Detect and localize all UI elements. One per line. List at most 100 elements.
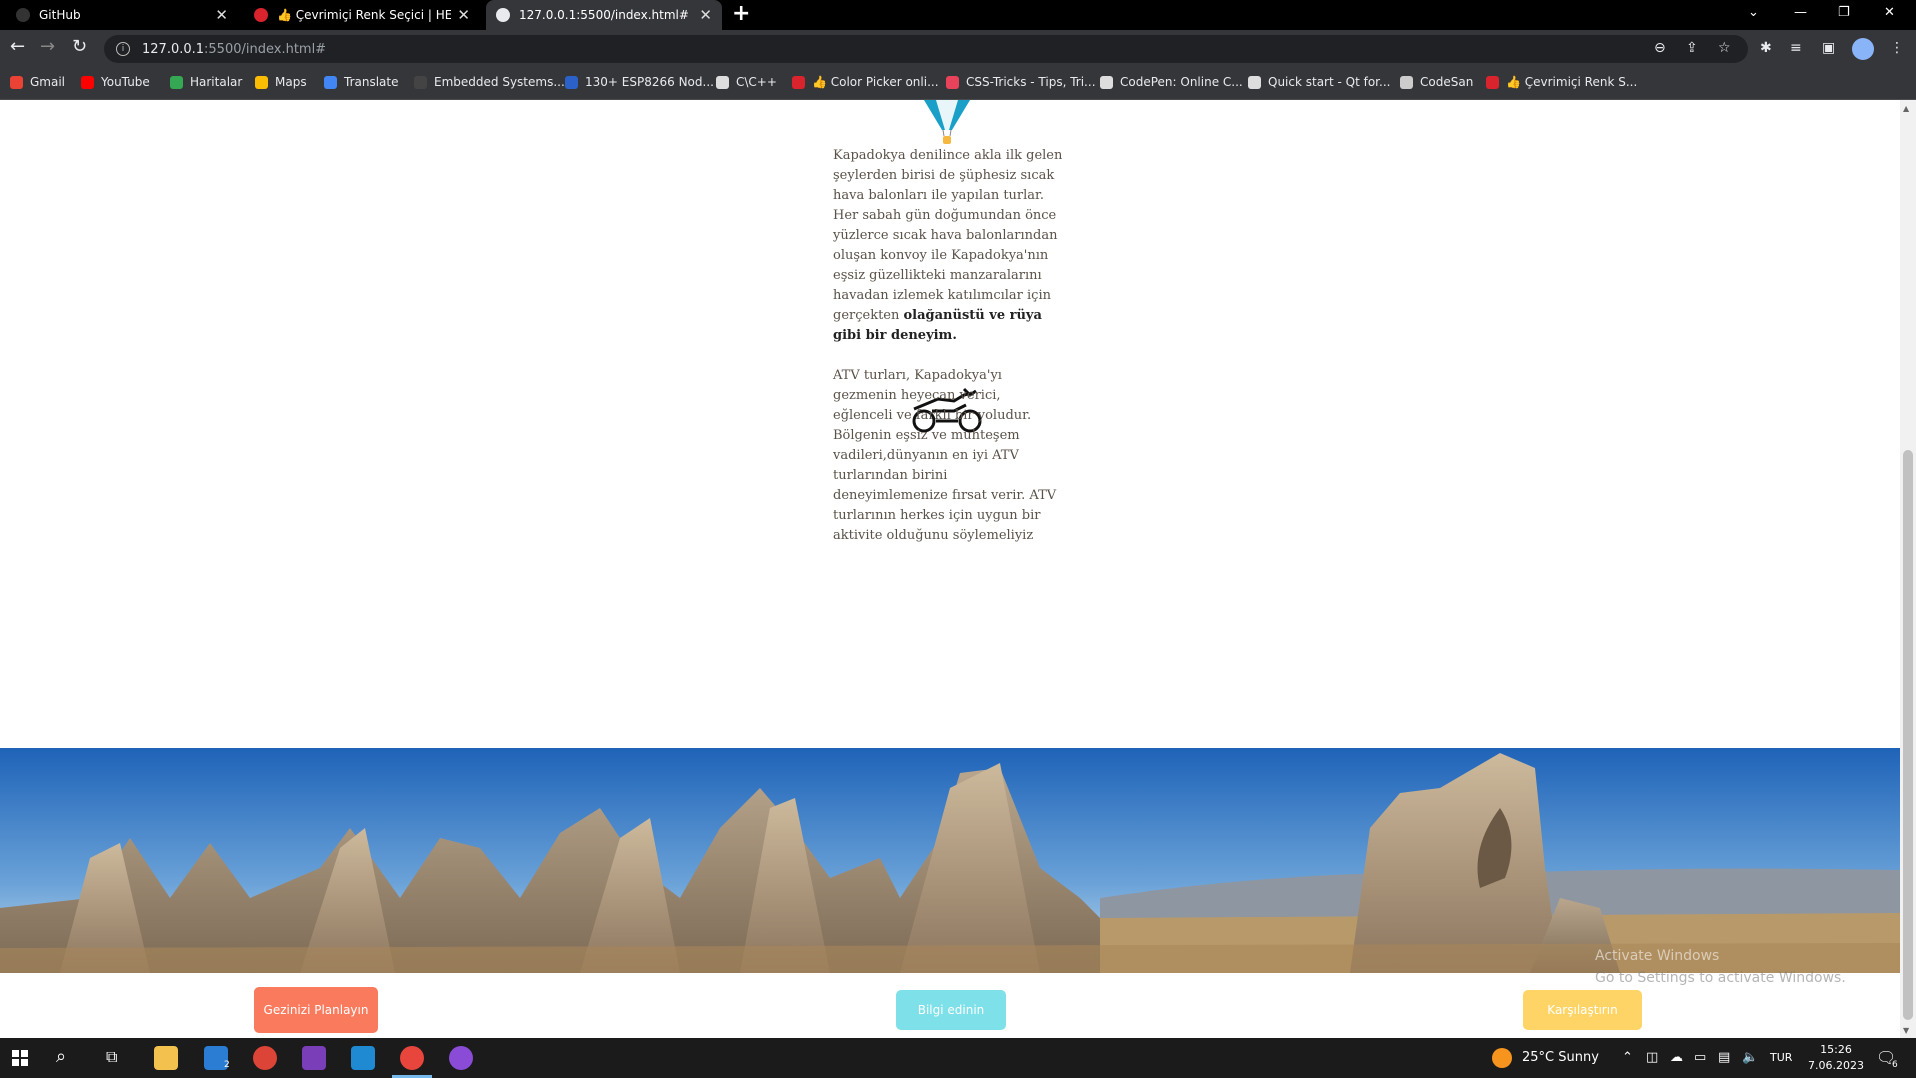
weather-text[interactable]: 25°C Sunny bbox=[1522, 1050, 1599, 1065]
globe-icon bbox=[1248, 75, 1261, 89]
volume-icon[interactable]: 🔈 bbox=[1742, 1050, 1758, 1065]
maps-pin-icon bbox=[170, 75, 183, 89]
tab-strip: GitHub ✕ 👍 Çevrimiçi Renk Seçici | HEX R… bbox=[0, 0, 1916, 30]
bookmark-maps[interactable]: Maps bbox=[255, 75, 307, 89]
bookmark-label: Translate bbox=[344, 75, 399, 89]
compare-button[interactable]: Karşılaştırın bbox=[1523, 990, 1642, 1030]
scroll-down-arrow[interactable]: ▼ bbox=[1903, 1026, 1909, 1035]
bookmark-label: Haritalar bbox=[190, 75, 243, 89]
colorpicker-icon bbox=[1486, 75, 1499, 89]
browser-toolbar: ← → ↻ i 127.0.0.1:5500/index.html# ⊖ ⇪ ☆… bbox=[0, 30, 1916, 68]
bookmark-star-icon[interactable]: ☆ bbox=[1718, 40, 1731, 56]
activate-windows-title: Activate Windows bbox=[1595, 948, 1720, 964]
bookmark-embedded[interactable]: Embedded Systems... bbox=[414, 75, 565, 89]
tab-github[interactable]: GitHub ✕ bbox=[6, 0, 238, 30]
vscode-icon[interactable] bbox=[351, 1046, 375, 1070]
bookmark-label: Quick start - Qt for... bbox=[1268, 75, 1391, 89]
bookmark-css-tricks[interactable]: CSS-Tricks - Tips, Tri... bbox=[946, 75, 1096, 89]
weather-sun-icon[interactable] bbox=[1492, 1048, 1512, 1068]
bookmark-cpp[interactable]: C\C++ bbox=[716, 75, 777, 89]
youtube-icon bbox=[81, 75, 94, 89]
plan-trip-button[interactable]: Gezinizi Planlayın bbox=[254, 987, 378, 1033]
bookmark-label: YouTube bbox=[101, 75, 150, 89]
close-icon[interactable]: ✕ bbox=[215, 6, 228, 24]
task-view-icon[interactable]: ⧉ bbox=[106, 1047, 117, 1067]
notification-count: 6 bbox=[1892, 1060, 1898, 1070]
tray-chevron-icon[interactable]: ⌃ bbox=[1622, 1050, 1633, 1065]
battery-icon[interactable]: ▭ bbox=[1694, 1050, 1706, 1065]
windows-start-icon[interactable] bbox=[12, 1050, 28, 1066]
scroll-up-arrow[interactable]: ▲ bbox=[1903, 104, 1909, 113]
bookmark-label: Gmail bbox=[30, 75, 66, 89]
cloud-icon[interactable]: ☁ bbox=[1670, 1050, 1683, 1065]
bookmark-label: 👍 Color Picker onli... bbox=[812, 75, 939, 89]
close-window-button[interactable]: ✕ bbox=[1884, 5, 1895, 20]
bookmark-label: CodePen: Online C... bbox=[1120, 75, 1243, 89]
site-info-icon[interactable]: i bbox=[116, 42, 130, 56]
bookmark-youtube[interactable]: YouTube bbox=[81, 75, 150, 89]
codepen-icon bbox=[1100, 75, 1113, 89]
github-icon bbox=[16, 8, 30, 22]
page-viewport: Kapadokya denilince akla ilk gelen şeyle… bbox=[0, 100, 1900, 1038]
new-tab-button[interactable]: + bbox=[732, 1, 750, 26]
close-icon[interactable]: ✕ bbox=[699, 6, 712, 24]
media-icon[interactable]: ≡ bbox=[1790, 40, 1802, 56]
bookmark-color-picker[interactable]: 👍 Color Picker onli... bbox=[792, 75, 939, 89]
side-panel-icon[interactable]: ▣ bbox=[1822, 40, 1835, 56]
page-icon bbox=[1400, 75, 1413, 89]
forward-icon[interactable]: → bbox=[40, 36, 55, 57]
gmail-icon bbox=[10, 75, 23, 89]
atv-text: ATV turları, Kapadokya'yı gezmenin heyec… bbox=[833, 368, 1057, 543]
embedded-icon bbox=[414, 75, 427, 89]
visual-studio-icon[interactable] bbox=[302, 1046, 326, 1070]
tab-localhost[interactable]: 127.0.0.1:5500/index.html# ✕ bbox=[486, 0, 722, 30]
globe-icon bbox=[716, 75, 729, 89]
bookmark-codesan[interactable]: CodeSan bbox=[1400, 75, 1473, 89]
language-indicator[interactable]: TUR bbox=[1770, 1051, 1792, 1064]
close-icon[interactable]: ✕ bbox=[457, 6, 470, 24]
learn-more-button[interactable]: Bilgi edinin bbox=[896, 990, 1006, 1030]
share-icon[interactable]: ⇪ bbox=[1686, 40, 1698, 56]
bookmark-qt[interactable]: Quick start - Qt for... bbox=[1248, 75, 1390, 89]
bookmark-esp8266[interactable]: 130+ ESP8266 Nod... bbox=[565, 75, 714, 89]
chrome-icon[interactable] bbox=[253, 1046, 277, 1070]
menu-icon[interactable]: ⋮ bbox=[1890, 40, 1904, 56]
translate-icon bbox=[324, 75, 337, 89]
restore-button[interactable]: ❐ bbox=[1838, 5, 1850, 20]
scrollbar-thumb[interactable] bbox=[1903, 450, 1913, 1020]
minimize-button[interactable]: — bbox=[1794, 5, 1807, 20]
address-bar[interactable]: i 127.0.0.1:5500/index.html# bbox=[104, 35, 1748, 63]
back-icon[interactable]: ← bbox=[10, 36, 25, 57]
bookmark-renk-secici[interactable]: 👍 Çevrimiçi Renk S... bbox=[1486, 75, 1637, 89]
bookmark-gmail[interactable]: Gmail bbox=[10, 75, 65, 89]
reload-icon[interactable]: ↻ bbox=[72, 36, 87, 57]
balloon-description: Kapadokya denilince akla ilk gelen şeyle… bbox=[833, 146, 1063, 346]
bookmark-label: 130+ ESP8266 Nod... bbox=[585, 75, 714, 89]
meet-icon[interactable]: ◫ bbox=[1646, 1050, 1658, 1065]
clock-time: 15:26 bbox=[1820, 1043, 1852, 1056]
bookmark-translate[interactable]: Translate bbox=[324, 75, 399, 89]
globe-icon bbox=[496, 8, 510, 22]
file-explorer-icon[interactable] bbox=[154, 1046, 178, 1070]
profile-avatar[interactable] bbox=[1852, 38, 1874, 60]
tab-search-icon[interactable]: ⌄ bbox=[1748, 5, 1759, 20]
github-desktop-icon[interactable] bbox=[449, 1046, 473, 1070]
balloon-text: Kapadokya denilince akla ilk gelen şeyle… bbox=[833, 148, 1063, 323]
r-icon bbox=[565, 75, 578, 89]
clock[interactable]: 15:26 7.06.2023 bbox=[1808, 1042, 1864, 1074]
tab-color-picker[interactable]: 👍 Çevrimiçi Renk Seçici | HEX Re ✕ bbox=[244, 0, 480, 30]
bookmark-haritalar[interactable]: Haritalar bbox=[170, 75, 242, 89]
screen: GitHub ✕ 👍 Çevrimiçi Renk Seçici | HEX R… bbox=[0, 0, 1916, 1078]
zoom-icon[interactable]: ⊖ bbox=[1654, 40, 1666, 56]
mail-badge: 2 bbox=[224, 1060, 230, 1070]
cappadocia-landscape-image bbox=[0, 748, 1900, 973]
tab-title: GitHub bbox=[39, 8, 81, 22]
atv-description: ATV turları, Kapadokya'yı gezmenin heyec… bbox=[833, 366, 1063, 546]
search-icon[interactable]: ⌕ bbox=[56, 1046, 66, 1067]
bookmark-codepen[interactable]: CodePen: Online C... bbox=[1100, 75, 1243, 89]
clock-date: 7.06.2023 bbox=[1808, 1059, 1864, 1072]
extensions-icon[interactable]: ✱ bbox=[1760, 40, 1772, 56]
chrome-active-icon[interactable] bbox=[400, 1046, 424, 1070]
windows-taskbar: ⌕ ⧉ 2 25°C Sunny ⌃ ◫ ☁ ▭ ▤ 🔈 TUR 15:26 7… bbox=[0, 1038, 1916, 1078]
network-icon[interactable]: ▤ bbox=[1718, 1050, 1730, 1065]
